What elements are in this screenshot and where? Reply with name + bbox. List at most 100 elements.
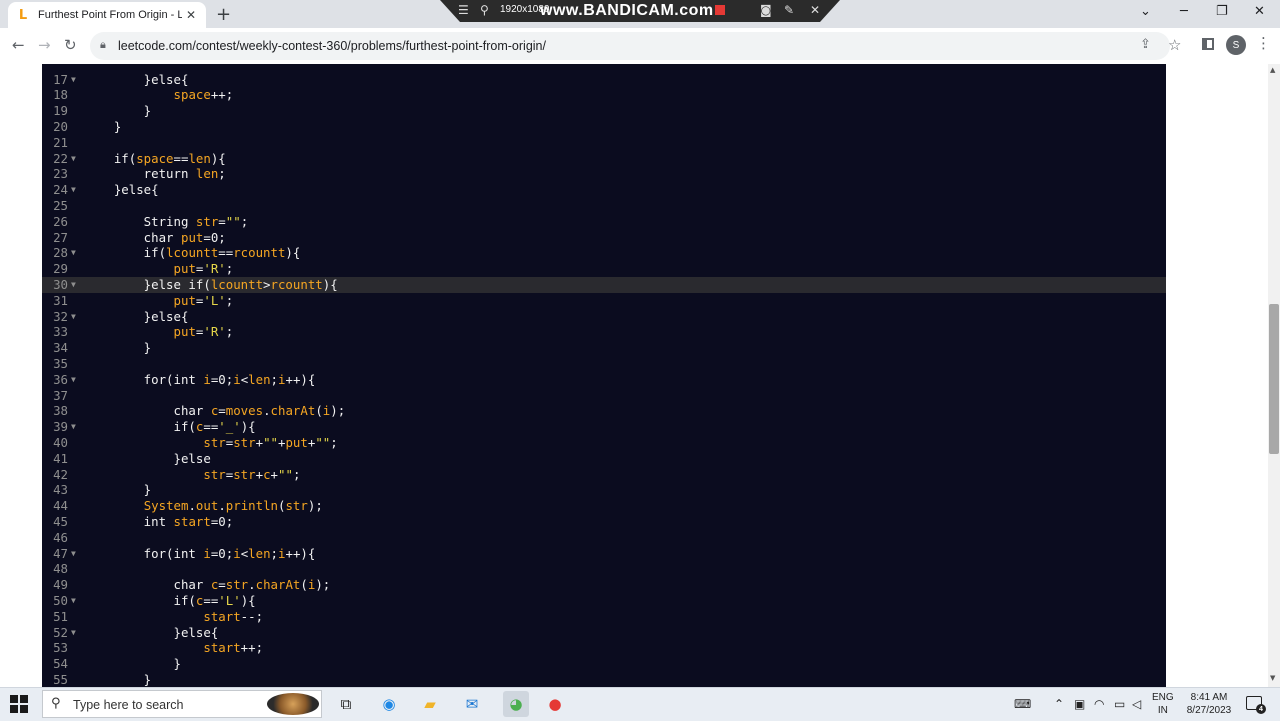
line-code[interactable]: }else{ [84,625,219,641]
code-line[interactable]: 35 [42,356,1166,372]
minimize-icon[interactable]: ─ [1180,4,1188,19]
maximize-icon[interactable]: ❐ [1216,4,1228,19]
fold-arrow-icon[interactable]: ▼ [71,309,76,325]
code-line[interactable]: 50 ▼ if(c=='L'){ [42,593,1166,609]
search-highlight-image[interactable] [267,693,319,715]
code-line[interactable]: 43 } [42,482,1166,498]
line-code[interactable]: if(lcountt==rcountt){ [84,245,301,261]
code-line[interactable]: 44 System.out.println(str); [42,498,1166,514]
code-line[interactable]: 37 [42,388,1166,404]
code-line[interactable]: 32 ▼ }else{ [42,309,1166,325]
battery-icon[interactable]: ▭ [1114,697,1125,711]
code-line[interactable]: 49 char c=str.charAt(i); [42,577,1166,593]
code-line[interactable]: 51 start--; [42,609,1166,625]
menu-icon[interactable]: ⋮ [1256,34,1271,52]
code-line[interactable] [42,64,1166,72]
fold-arrow-icon[interactable]: ▼ [71,182,76,198]
record-icon[interactable] [715,5,725,15]
line-code[interactable]: } [84,119,121,135]
fold-arrow-icon[interactable]: ▼ [71,151,76,167]
line-code[interactable]: if(space==len){ [84,151,226,167]
line-code[interactable]: for(int i=0;i<len;i++){ [84,546,316,562]
volume-icon[interactable]: ◁ [1132,697,1141,711]
code-line[interactable]: 26 String str=""; [42,214,1166,230]
lock-icon[interactable]: 🔒︎ [100,38,106,52]
scroll-down-icon[interactable]: ▼ [1270,674,1275,682]
code-line[interactable]: 27 char put=0; [42,230,1166,246]
fold-arrow-icon[interactable]: ▼ [71,593,76,609]
code-line[interactable]: 20 } [42,119,1166,135]
line-code[interactable]: return len; [84,166,226,182]
notification-icon[interactable]: 4 [1246,696,1266,714]
code-line[interactable]: 40 str=str+""+put+""; [42,435,1166,451]
address-bar[interactable]: 🔒︎ leetcode.com/contest/weekly-contest-3… [90,32,1170,60]
code-line[interactable]: 18 space++; [42,87,1166,103]
record-icon[interactable]: ● [545,694,565,714]
code-line[interactable]: 38 char c=moves.charAt(i); [42,403,1166,419]
wifi-icon[interactable]: ◠ [1094,697,1104,711]
code-line[interactable]: 21 [42,135,1166,151]
code-line[interactable]: 25 [42,198,1166,214]
line-code[interactable]: put='R'; [84,324,234,340]
code-line[interactable]: 28 ▼ if(lcountt==rcountt){ [42,245,1166,261]
close-icon[interactable]: ✕ [186,8,196,22]
reload-icon[interactable]: ↻ [64,36,77,54]
fold-arrow-icon[interactable]: ▼ [71,419,76,435]
line-code[interactable]: String str=""; [84,214,248,230]
code-line[interactable]: 39 ▼ if(c=='_'){ [42,419,1166,435]
code-line[interactable]: 22 ▼ if(space==len){ [42,151,1166,167]
code-line[interactable]: 24 ▼ }else{ [42,182,1166,198]
line-code[interactable]: }else if(lcountt>rcountt){ [84,277,338,293]
edge-icon[interactable]: ◉ [379,694,399,714]
line-code[interactable]: char c=moves.charAt(i); [84,403,346,419]
code-line[interactable]: 46 [42,530,1166,546]
task-view-icon[interactable]: ⧉ [336,694,356,714]
windows-icon[interactable] [10,695,28,713]
pencil-icon[interactable]: ✎ [784,3,794,17]
line-code[interactable]: if(c=='_'){ [84,419,256,435]
keyboard-icon[interactable]: ⌨ [1014,697,1031,711]
code-line[interactable]: 19 } [42,103,1166,119]
fold-arrow-icon[interactable]: ▼ [71,546,76,562]
browser-tab[interactable]: L Furthest Point From Origin - LeetCode … [8,2,206,28]
avatar[interactable]: S [1226,35,1246,55]
code-line[interactable]: 42 str=str+c+""; [42,467,1166,483]
line-code[interactable]: space++; [84,87,234,103]
code-line[interactable]: 31 put='L'; [42,293,1166,309]
code-line[interactable]: 23 return len; [42,166,1166,182]
line-code[interactable]: }else [84,451,211,467]
url-text[interactable]: leetcode.com/contest/weekly-contest-360/… [118,39,546,53]
line-code[interactable]: put='R'; [84,261,234,277]
chevron-up-icon[interactable]: ⌃ [1054,697,1064,711]
code-line[interactable]: 34 } [42,340,1166,356]
code-line[interactable]: 47 ▼ for(int i=0;i<len;i++){ [42,546,1166,562]
code-line[interactable]: 53 start++; [42,640,1166,656]
line-code[interactable]: } [84,103,151,119]
code-line[interactable]: 55 } [42,672,1166,687]
line-code[interactable]: put='L'; [84,293,234,309]
line-code[interactable]: } [84,340,151,356]
taskbar-search[interactable]: ⚲ Type here to search [42,690,322,718]
line-code[interactable]: System.out.println(str); [84,498,323,514]
code-line[interactable]: 30 ▼ }else if(lcountt>rcountt){ [42,276,1166,293]
line-code[interactable]: char c=str.charAt(i); [84,577,331,593]
line-code[interactable]: char put=0; [84,230,226,246]
meet-icon[interactable]: ▣ [1074,697,1085,711]
window-close-icon[interactable]: ✕ [1254,4,1265,19]
line-code[interactable]: for(int i=0;i<len;i++){ [84,372,316,388]
fold-arrow-icon[interactable]: ▼ [71,625,76,641]
code-line[interactable]: 33 put='R'; [42,324,1166,340]
mail-icon[interactable]: ✉ [462,694,482,714]
camera-icon[interactable]: ◙ [760,3,772,17]
back-icon[interactable]: ← [12,36,25,54]
forward-icon[interactable]: → [38,36,51,54]
line-code[interactable]: } [84,482,151,498]
line-code[interactable]: start--; [84,609,263,625]
code-line[interactable]: 45 int start=0; [42,514,1166,530]
line-code[interactable]: }else{ [84,309,189,325]
plus-icon[interactable]: + [216,4,231,25]
line-code[interactable]: }else{ [84,182,159,198]
language-indicator[interactable]: ENG IN [1152,691,1174,717]
line-code[interactable]: }else{ [84,72,189,88]
share-icon[interactable]: ⇪ [1140,37,1151,52]
